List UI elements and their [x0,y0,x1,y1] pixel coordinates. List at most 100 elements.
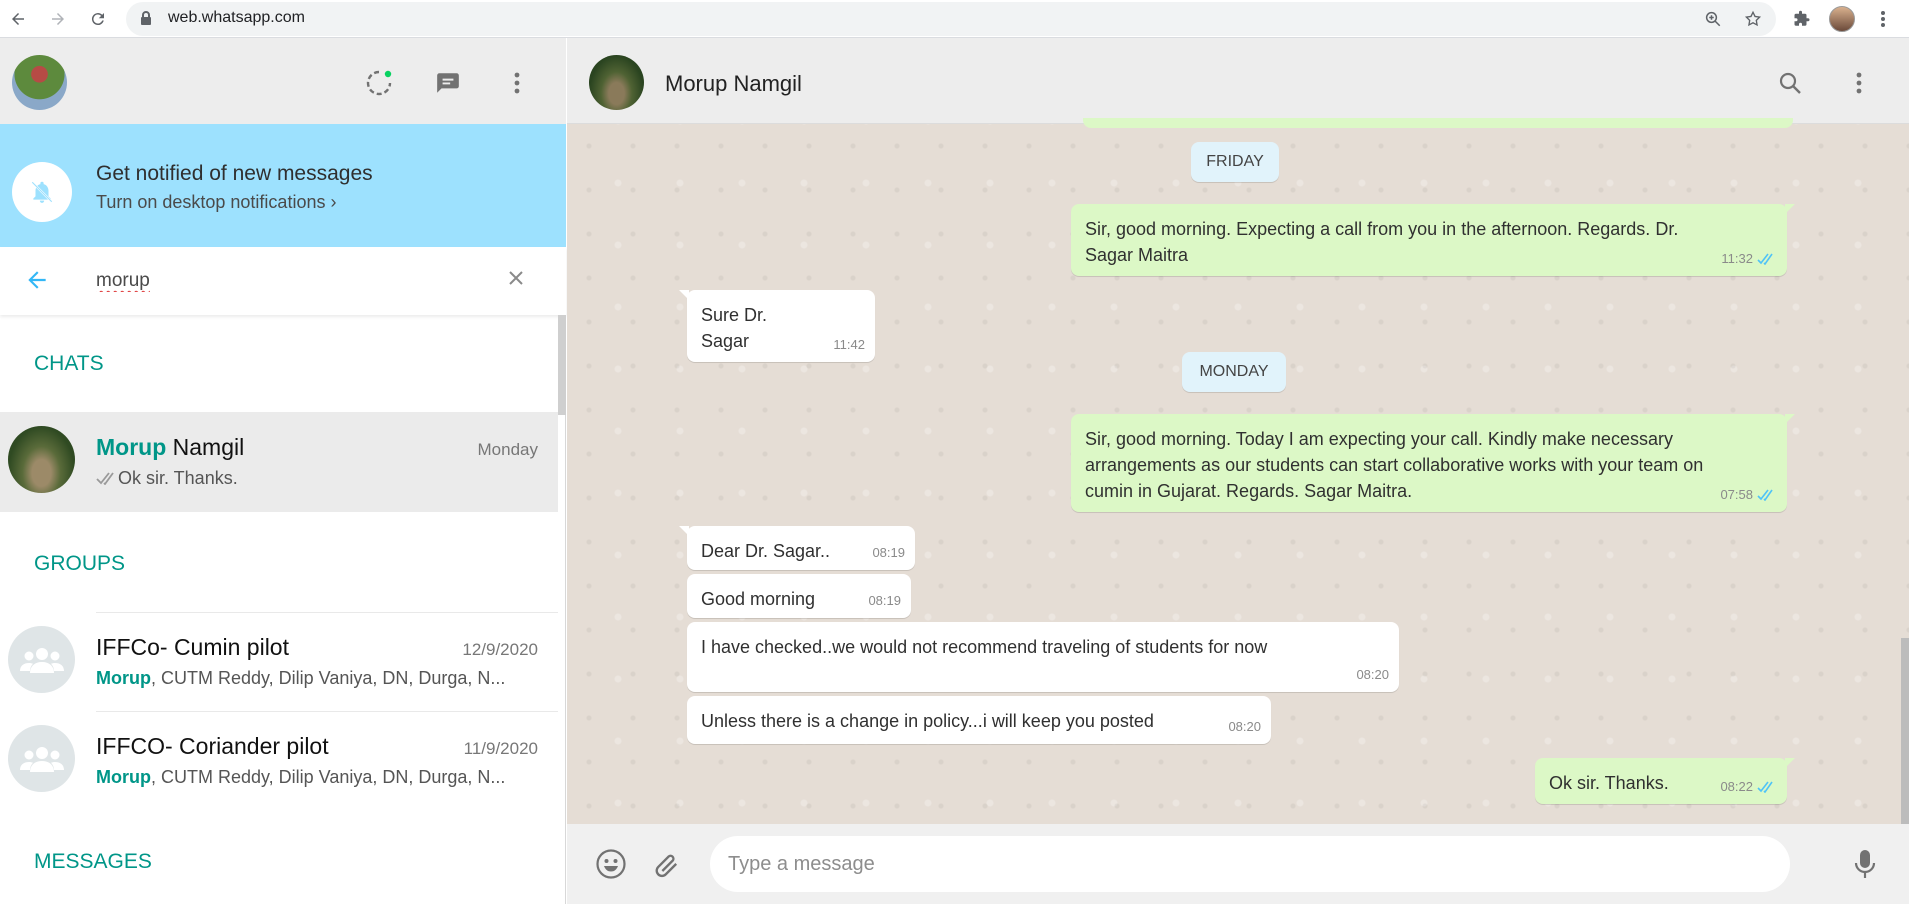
conversation-header[interactable]: Morup Namgil [567,38,1909,124]
group-item-preview: Morup, CUTM Reddy, Dilip Vaniya, DN, Dur… [96,767,506,787]
conversation-scrollbar[interactable] [1901,638,1909,824]
group-avatar [8,725,75,792]
divider [96,711,558,712]
previous-message-edge [1083,118,1793,128]
message-text: I have checked..we would not recommend t… [701,637,1268,657]
message-text: Sure Dr. Sagar [701,305,768,351]
search-icon[interactable] [1775,68,1805,98]
microphone-icon[interactable] [1847,846,1883,882]
read-ticks-icon [1757,781,1773,793]
group-item-preview: Morup, CUTM Reddy, Dilip Vaniya, DN, Dur… [96,668,506,688]
contact-avatar[interactable] [589,55,644,110]
message-meta: 11:32 [1721,246,1777,272]
divider [96,612,558,613]
message-time: 08:20 [1228,719,1261,734]
avatar [8,426,75,493]
message-meta: 11:42 [833,332,865,358]
browser-forward-icon[interactable] [46,7,70,31]
browser-profile-avatar[interactable] [1829,6,1855,32]
group-icon [19,647,64,673]
bubble-tail [1785,204,1795,214]
message-time: 08:19 [868,593,901,608]
zoom-icon[interactable] [1702,8,1724,30]
group-icon [19,746,64,772]
browser-reload-icon[interactable] [86,7,110,31]
message-time: 11:42 [833,337,865,352]
compose-bar [567,824,1909,904]
message-text: Sir, good morning. Today I am expecting … [1085,429,1704,501]
section-chats-label: CHATS [34,352,104,375]
group-item-name: IFFCO- Coriander pilot [96,733,329,759]
bubble-tail [679,290,689,300]
message-meta: 08:19 [872,540,905,566]
enable-notifications-link[interactable]: Turn on desktop notifications › [96,192,336,213]
group-item-coriander-pilot[interactable]: IFFCO- Coriander pilot 11/9/2020 Morup, … [0,711,558,811]
notification-title: Get notified of new messages [96,162,373,185]
message-meta: 08:20 [1356,662,1389,688]
message-text: Good morning [701,589,816,609]
message-input[interactable] [710,836,1790,892]
group-avatar [8,626,75,693]
bubble-tail [679,526,689,536]
message-time: 08:20 [1356,667,1389,682]
browser-menu-icon[interactable] [1872,8,1894,30]
message-meta: 07:58 [1720,482,1777,508]
message-incoming[interactable]: Good morning 08:19 [687,574,911,618]
chat-item-name: Morup Namgil [96,434,245,460]
message-time: 07:58 [1720,487,1753,502]
read-ticks-icon [1757,489,1773,501]
emoji-icon[interactable] [593,846,629,882]
chat-list-panel: Get notified of new messages Turn on des… [0,38,566,904]
bubble-tail [1785,758,1795,768]
notification-banner[interactable]: Get notified of new messages Turn on des… [0,124,566,247]
double-check-icon [96,472,114,486]
bell-off-icon [12,162,72,222]
message-incoming[interactable]: Dear Dr. Sagar.. 08:19 [679,526,915,570]
chat-item-time: Monday [477,440,538,459]
message-outgoing[interactable]: Ok sir. Thanks. 08:22 [1535,758,1795,804]
day-separator-monday: MONDAY [1182,352,1286,392]
browser-back-icon[interactable] [6,7,30,31]
read-ticks-icon [1757,253,1773,265]
browser-toolbar: web.whatsapp.com [0,0,1909,38]
my-profile-avatar[interactable] [12,55,67,110]
message-outgoing[interactable]: Sir, good morning. Today I am expecting … [1071,414,1795,512]
group-item-name: IFFCo- Cumin pilot [96,634,289,660]
message-incoming[interactable]: Unless there is a change in policy...i w… [687,696,1271,744]
close-icon[interactable] [508,270,524,291]
day-separator-friday: FRIDAY [1191,142,1279,182]
url-text[interactable]: web.whatsapp.com [168,9,305,27]
section-messages-label: MESSAGES [34,850,152,873]
message-text: Dear Dr. Sagar.. [701,541,831,561]
message-meta: 08:22 [1720,774,1777,800]
left-header [0,38,566,124]
bookmark-star-icon[interactable] [1742,8,1764,30]
message-time: 08:22 [1720,779,1753,794]
new-chat-icon[interactable] [433,68,463,98]
message-incoming[interactable]: Sure Dr. Sagar 11:42 [679,290,875,362]
conversation-menu-icon[interactable] [1844,68,1874,98]
message-time: 08:19 [872,545,905,560]
status-icon[interactable] [364,68,394,98]
group-item-time: 12/9/2020 [462,640,538,659]
message-text: Unless there is a change in policy...i w… [701,711,1154,731]
back-arrow-icon[interactable] [24,267,50,298]
paperclip-icon[interactable] [649,846,685,882]
message-area[interactable]: FRIDAY Sir, good morning. Expecting a ca… [567,118,1909,824]
message-meta: 08:19 [868,588,901,614]
message-text: Ok sir. Thanks. [1549,773,1669,793]
extensions-icon[interactable] [1791,8,1813,30]
left-scrollbar[interactable] [558,315,566,415]
contact-name[interactable]: Morup Namgil [665,71,802,97]
chat-item-morup-namgil[interactable]: Morup Namgil Monday Ok sir. Thanks. [0,412,558,512]
message-outgoing[interactable]: Sir, good morning. Expecting a call from… [1071,204,1795,276]
group-item-cumin-pilot[interactable]: IFFCo- Cumin pilot 12/9/2020 Morup, CUTM… [0,612,558,712]
message-incoming[interactable]: I have checked..we would not recommend t… [687,622,1399,692]
address-bar[interactable] [126,2,1776,36]
menu-icon[interactable] [502,68,532,98]
search-bar [0,247,566,315]
group-item-time: 11/9/2020 [463,739,538,758]
search-input[interactable] [96,267,476,295]
bubble-tail [1785,414,1795,424]
message-text: Sir, good morning. Expecting a call from… [1085,219,1679,265]
